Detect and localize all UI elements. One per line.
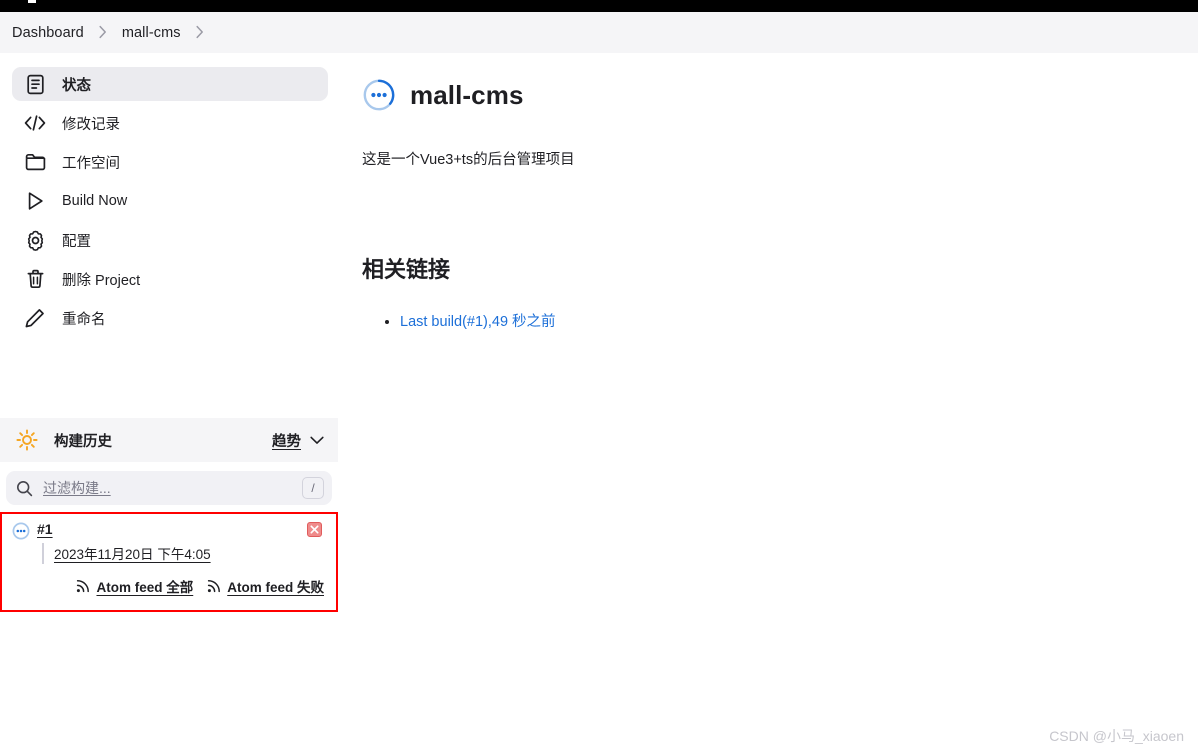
build-trend-button[interactable]: 趋势: [272, 430, 324, 451]
build-history-title: 构建历史: [54, 433, 112, 450]
sidebar-item-changes[interactable]: 修改记录: [12, 106, 328, 140]
atom-feed-failed-link[interactable]: Atom feed 失败: [207, 576, 324, 596]
build-trend-label: 趋势: [272, 433, 301, 450]
sidebar-item-workspace[interactable]: 工作空间: [12, 145, 328, 179]
breadcrumb-item-job[interactable]: mall-cms: [122, 25, 181, 41]
chrome-tab-mark: [28, 0, 36, 3]
chevron-right-icon-2[interactable]: [195, 25, 205, 39]
chevron-right-icon: [98, 25, 108, 39]
job-description: 这是一个Vue3+ts的后台管理项目: [362, 152, 575, 168]
watermark: CSDN @小马_xiaoen: [1049, 728, 1184, 744]
related-links-list: Last build(#1),49 秒之前: [362, 310, 1142, 331]
page-title: mall-cms: [410, 79, 524, 110]
trash-icon: [24, 268, 46, 290]
chevron-down-icon: [310, 436, 324, 445]
rss-icon: [207, 579, 221, 593]
atom-feed-all-link[interactable]: Atom feed 全部: [76, 576, 193, 596]
related-links-heading: 相关链接: [362, 257, 451, 282]
sidebar-item-build-now[interactable]: Build Now: [12, 184, 328, 218]
breadcrumb: Dashboard mall-cms: [0, 12, 1198, 53]
sidebar-item-label: 修改记录: [62, 116, 120, 133]
job-header: mall-cms: [362, 78, 1142, 112]
sidebar-item-status[interactable]: 状态: [12, 67, 328, 101]
build-thread-line: [42, 543, 44, 564]
sidebar: 状态 修改记录 工作空间 Build Now 配置 删除 Project 重命名: [0, 62, 340, 340]
search-input[interactable]: [43, 480, 302, 496]
sidebar-item-configure[interactable]: 配置: [12, 223, 328, 257]
atom-feed-all-label: Atom feed 全部: [96, 580, 194, 595]
build-history-header: 构建历史 趋势: [0, 418, 338, 462]
sun-icon: [16, 429, 38, 451]
delete-build-button[interactable]: [307, 522, 322, 537]
sidebar-item-label: 重命名: [62, 311, 106, 328]
sidebar-item-label: 配置: [62, 233, 91, 250]
sidebar-item-label: 删除 Project: [62, 272, 141, 289]
rss-icon: [76, 579, 90, 593]
build-number-link[interactable]: #1: [37, 521, 53, 537]
sidebar-task-list: 状态 修改记录 工作空间 Build Now 配置 删除 Project 重命名: [0, 67, 340, 335]
build-list-item[interactable]: #1 2023年11月20日 下午4:05: [0, 515, 338, 564]
breadcrumb-item-dashboard[interactable]: Dashboard: [12, 25, 84, 41]
browser-chrome-bar: [0, 0, 1198, 12]
build-history-panel: 构建历史 趋势 /: [0, 418, 338, 606]
build-list: #1 2023年11月20日 下午4:05: [0, 513, 338, 564]
play-icon: [24, 190, 46, 212]
sidebar-item-label: Build Now: [62, 193, 128, 209]
in-progress-icon: [362, 78, 396, 112]
sidebar-item-delete-project[interactable]: 删除 Project: [12, 262, 328, 296]
pencil-icon: [24, 307, 46, 329]
main-content: mall-cms 这是一个Vue3+ts的后台管理项目 相关链接 Last bu…: [362, 78, 1142, 331]
folder-icon: [24, 151, 46, 173]
sidebar-item-label: 工作空间: [62, 155, 120, 172]
search-icon: [16, 480, 33, 497]
last-build-link[interactable]: Last build(#1),49 秒之前: [400, 314, 556, 330]
build-detail-column: 2023年11月20日 下午4:05: [54, 543, 211, 564]
build-filter-container[interactable]: /: [6, 471, 332, 505]
atom-feed-links: Atom feed 全部 Atom feed 失败: [0, 564, 338, 606]
sidebar-item-rename[interactable]: 重命名: [12, 301, 328, 335]
atom-feed-failed-label: Atom feed 失败: [227, 580, 324, 595]
in-progress-icon: [12, 522, 30, 540]
search-shortcut-badge: /: [302, 477, 324, 499]
sidebar-item-label: 状态: [62, 77, 91, 94]
code-icon: [24, 112, 46, 134]
document-icon: [24, 73, 46, 95]
gear-icon: [24, 229, 46, 251]
build-item-detail: 2023年11月20日 下午4:05: [37, 543, 324, 564]
build-timestamp-link[interactable]: 2023年11月20日 下午4:05: [54, 547, 211, 562]
build-item-body: #1 2023年11月20日 下午4:05: [37, 521, 324, 564]
list-item: Last build(#1),49 秒之前: [400, 310, 1142, 331]
